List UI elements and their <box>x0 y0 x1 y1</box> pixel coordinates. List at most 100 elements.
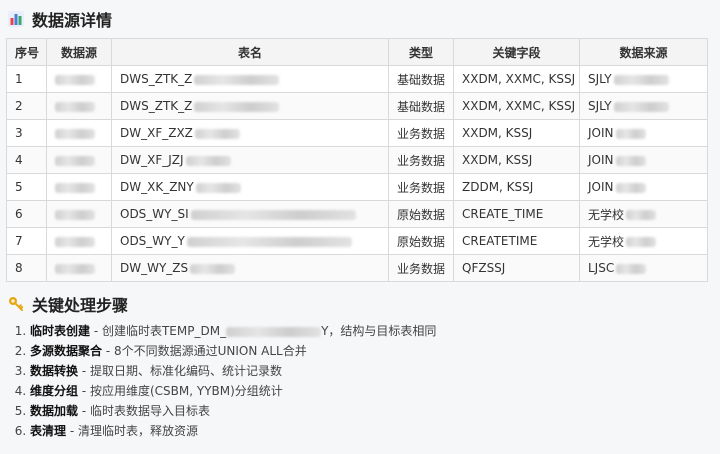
redacted-block <box>55 263 95 274</box>
step-desc: - 8个不同数据源通过UNION ALL合并 <box>102 344 307 358</box>
cell-no: 3 <box>6 119 47 147</box>
redacted-block <box>615 182 646 193</box>
redacted-block <box>55 74 95 85</box>
header-no: 序号 <box>6 38 47 66</box>
cell-type: 原始数据 <box>388 200 454 228</box>
redacted-block <box>615 128 646 139</box>
redacted-block <box>190 209 356 220</box>
cell-datasource <box>46 146 112 174</box>
table-row: 6 ODS_WY_SI 原始数据 CREATE_TIME 无学校 <box>6 200 708 228</box>
redacted-block <box>195 182 241 193</box>
step-item: 维度分组 - 按应用维度(CSBM, YYBM)分组统计 <box>30 381 436 401</box>
cell-type-text: 基础数据 <box>397 99 446 114</box>
step-desc: - 按应用维度(CSBM, YYBM)分组统计 <box>78 384 283 398</box>
redacted-block <box>55 209 95 220</box>
cell-name-text: DW_XF_ZXZ <box>120 126 193 140</box>
bar-chart-icon <box>8 11 24 27</box>
cell-name-text: ODS_WY_Y <box>120 234 185 248</box>
cell-source-text: JOIN <box>588 126 614 140</box>
redacted-block <box>185 155 231 166</box>
step-item: 表清理 - 清理临时表，释放资源 <box>30 421 436 441</box>
cell-no: 6 <box>6 200 47 228</box>
step-desc-tail: Y，结构与目标表相同 <box>321 324 437 338</box>
cell-source: JOIN <box>579 173 708 201</box>
cell-source: JOIN <box>579 146 708 174</box>
datasource-table: 序号 数据源 表名 类型 关键字段 数据来源 1 DWS_ZTK_Z 基础数据 XXD… <box>6 38 708 282</box>
step-item: 多源数据聚合 - 8个不同数据源通过UNION ALL合并 <box>30 341 436 361</box>
table-row: 4 DW_XF_JZJ 业务数据 XXDM, KSSJ JOIN <box>6 146 708 174</box>
cell-name: DW_XF_JZJ <box>111 146 389 174</box>
cell-type: 业务数据 <box>388 254 454 282</box>
step-desc: - 提取日期、标准化编码、统计记录数 <box>78 364 282 378</box>
header-key-fields: 关键字段 <box>453 38 580 66</box>
cell-fields-text: XXDM, KSSJ <box>462 153 533 167</box>
cell-datasource <box>46 65 112 93</box>
table-row: 2 DWS_ZTK_Z 基础数据 XXDM, XXMC, KSSJ SJLY <box>6 92 708 120</box>
redacted-block <box>194 128 240 139</box>
redacted-block <box>226 326 322 337</box>
cell-source-text: 无学校 <box>588 207 625 222</box>
step-title: 临时表创建 <box>30 324 91 338</box>
cell-source: SJLY <box>579 92 708 120</box>
header-table-name: 表名 <box>111 38 389 66</box>
steps-title-text: 关键处理步骤 <box>32 296 129 315</box>
redacted-block <box>616 263 647 274</box>
cell-datasource <box>46 200 112 228</box>
header-source: 数据来源 <box>579 38 708 66</box>
cell-type-text: 原始数据 <box>397 207 446 222</box>
cell-no-text: 5 <box>15 180 23 194</box>
redacted-block <box>55 101 95 112</box>
cell-source-text: SJLY <box>588 72 612 86</box>
redacted-block <box>626 237 657 247</box>
cell-name: DWS_ZTK_Z <box>111 92 389 120</box>
page-title-text: 数据源详情 <box>32 11 113 30</box>
cell-no-text: 1 <box>15 72 23 86</box>
cell-datasource <box>46 227 112 255</box>
cell-fields: XXDM, KSSJ <box>453 119 580 147</box>
cell-no-text: 8 <box>15 261 23 275</box>
cell-type: 业务数据 <box>388 146 454 174</box>
steps-title: 关键处理步骤 <box>8 292 128 316</box>
cell-source: 无学校 <box>579 200 708 228</box>
cell-type: 基础数据 <box>388 65 454 93</box>
cell-no-text: 4 <box>15 153 23 167</box>
cell-fields-text: ZDDM, KSSJ <box>462 180 534 194</box>
redacted-block <box>55 128 95 139</box>
redacted-block <box>55 236 95 247</box>
cell-fields: CREATETIME <box>453 227 580 255</box>
cell-source-text: 无学校 <box>588 234 625 249</box>
cell-fields-text: XXDM, XXMC, KSSJ <box>462 72 576 86</box>
cell-fields-text: CREATE_TIME <box>462 207 544 221</box>
cell-type-text: 原始数据 <box>397 234 446 249</box>
cell-no-text: 2 <box>15 99 23 113</box>
cell-name: DW_XK_ZNY <box>111 173 389 201</box>
cell-name-text: DW_XF_JZJ <box>120 153 184 167</box>
cell-name: DW_XF_ZXZ <box>111 119 389 147</box>
cell-fields: ZDDM, KSSJ <box>453 173 580 201</box>
step-title: 数据加载 <box>30 404 79 418</box>
cell-source: LJSC <box>579 254 708 282</box>
cell-name-text: DWS_ZTK_Z <box>120 72 193 86</box>
cell-name: ODS_WY_Y <box>111 227 389 255</box>
redacted-block <box>186 236 352 247</box>
cell-datasource <box>46 92 112 120</box>
cell-name-text: DWS_ZTK_Z <box>120 99 193 113</box>
step-title: 表清理 <box>30 424 67 438</box>
table-header-row: 序号 数据源 表名 类型 关键字段 数据来源 <box>6 38 708 66</box>
cell-type-text: 业务数据 <box>397 261 446 276</box>
cell-fields-text: XXDM, KSSJ <box>462 126 533 140</box>
cell-type: 业务数据 <box>388 173 454 201</box>
cell-no: 8 <box>6 254 47 282</box>
cell-name: ODS_WY_SI <box>111 200 389 228</box>
header-datasource: 数据源 <box>46 38 112 66</box>
key-icon <box>8 296 24 312</box>
cell-source: JOIN <box>579 119 708 147</box>
cell-fields-text: QFZSSJ <box>462 261 506 275</box>
cell-no: 5 <box>6 173 47 201</box>
cell-no: 1 <box>6 65 47 93</box>
table-body: 1 DWS_ZTK_Z 基础数据 XXDM, XXMC, KSSJ SJLY 2 DWS_Z… <box>6 65 708 282</box>
redacted-block <box>190 263 236 274</box>
redacted-block <box>626 210 657 220</box>
cell-fields-text: XXDM, XXMC, KSSJ <box>462 99 576 113</box>
cell-source-text: JOIN <box>588 153 614 167</box>
